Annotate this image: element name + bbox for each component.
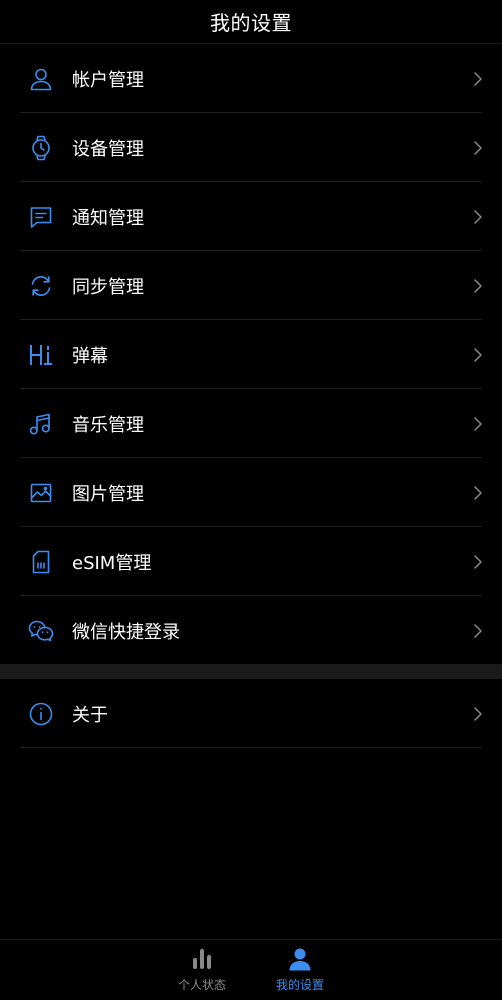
chevron-right-icon bbox=[472, 623, 484, 638]
settings-item-label: 设备管理 bbox=[72, 138, 144, 160]
tab-label: 个人状态 bbox=[177, 978, 226, 992]
message-icon bbox=[28, 204, 54, 230]
settings-item-danmaku[interactable]: 弹幕 bbox=[0, 320, 502, 389]
chevron-right-icon bbox=[472, 485, 484, 500]
user-icon bbox=[287, 946, 313, 972]
user-icon bbox=[28, 66, 54, 92]
chevron-right-icon bbox=[472, 416, 484, 431]
tab-my-settings[interactable]: 我的设置 bbox=[260, 940, 340, 1000]
settings-item-notification[interactable]: 通知管理 bbox=[0, 182, 502, 251]
settings-item-music[interactable]: 音乐管理 bbox=[0, 389, 502, 458]
settings-item-label: 图片管理 bbox=[72, 483, 144, 505]
section-separator bbox=[0, 664, 502, 679]
bar-chart-icon bbox=[189, 946, 215, 972]
chevron-right-icon bbox=[472, 554, 484, 569]
sync-icon bbox=[28, 273, 54, 299]
chevron-right-icon bbox=[472, 140, 484, 155]
chevron-right-icon bbox=[472, 71, 484, 86]
settings-item-label: 关于 bbox=[72, 704, 108, 726]
chevron-right-icon bbox=[472, 706, 484, 721]
settings-item-sync[interactable]: 同步管理 bbox=[0, 251, 502, 320]
watch-icon bbox=[28, 135, 54, 161]
sim-card-icon bbox=[28, 549, 54, 575]
settings-item-esim[interactable]: eSIM管理 bbox=[0, 527, 502, 596]
tab-label: 我的设置 bbox=[275, 978, 324, 992]
chevron-right-icon bbox=[472, 209, 484, 224]
chevron-right-icon bbox=[472, 278, 484, 293]
music-icon bbox=[28, 411, 54, 437]
settings-item-label: 音乐管理 bbox=[72, 414, 144, 436]
settings-item-wechat-login[interactable]: 微信快捷登录 bbox=[0, 596, 502, 665]
tab-personal-status[interactable]: 个人状态 bbox=[162, 940, 242, 1000]
settings-item-label: 微信快捷登录 bbox=[72, 621, 180, 643]
image-icon bbox=[28, 480, 54, 506]
settings-item-image[interactable]: 图片管理 bbox=[0, 458, 502, 527]
settings-list: 帐户管理 设备管理 通知管理 同步管理 弹幕 音乐管理 图片管理 eSIM管理 … bbox=[0, 44, 502, 665]
bottom-tab-bar: 个人状态 我的设置 bbox=[0, 939, 502, 1000]
settings-item-label: 弹幕 bbox=[72, 345, 108, 367]
about-list: 关于 bbox=[0, 679, 502, 748]
page-title: 我的设置 bbox=[210, 11, 292, 35]
hi-icon bbox=[28, 342, 54, 368]
header: 我的设置 bbox=[0, 0, 502, 44]
wechat-icon bbox=[28, 618, 54, 644]
settings-item-label: 通知管理 bbox=[72, 207, 144, 229]
settings-item-about[interactable]: 关于 bbox=[0, 679, 502, 748]
info-icon bbox=[28, 701, 54, 727]
settings-item-account[interactable]: 帐户管理 bbox=[0, 44, 502, 113]
settings-item-label: 同步管理 bbox=[72, 276, 144, 298]
settings-item-label: eSIM管理 bbox=[72, 552, 152, 574]
chevron-right-icon bbox=[472, 347, 484, 362]
settings-item-device[interactable]: 设备管理 bbox=[0, 113, 502, 182]
settings-item-label: 帐户管理 bbox=[72, 69, 144, 91]
